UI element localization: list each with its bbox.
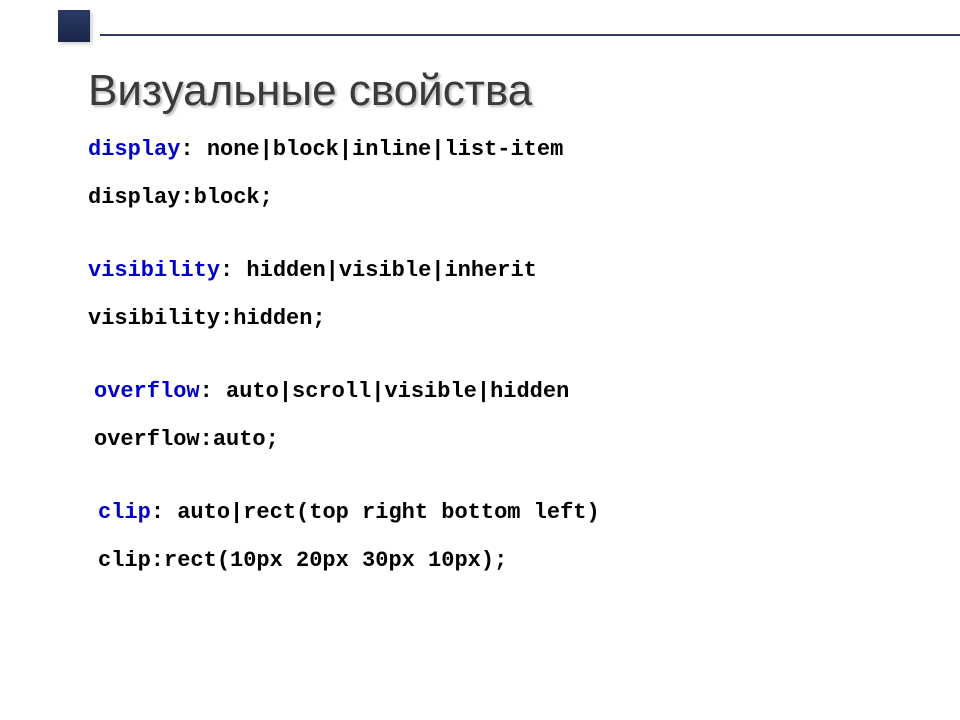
property-name: visibility <box>88 258 220 283</box>
property-values: : auto|scroll|visible|hidden <box>200 379 570 404</box>
property-name: display <box>88 137 180 162</box>
slide-header <box>0 0 960 48</box>
property-definition: display: none|block|inline|list-item <box>88 136 908 164</box>
property-block: display: none|block|inline|list-item dis… <box>88 136 908 211</box>
property-example: visibility:hidden; <box>88 305 908 333</box>
slide: Визуальные свойства display: none|block|… <box>0 0 960 720</box>
property-values: : none|block|inline|list-item <box>180 137 563 162</box>
property-definition: clip: auto|rect(top right bottom left) <box>98 499 908 527</box>
property-definition: overflow: auto|scroll|visible|hidden <box>94 378 908 406</box>
property-block: visibility: hidden|visible|inherit visib… <box>88 257 908 332</box>
property-values: : auto|rect(top right bottom left) <box>151 500 600 525</box>
accent-square <box>58 10 90 42</box>
property-example: clip:rect(10px 20px 30px 10px); <box>98 547 908 575</box>
property-name: clip <box>98 500 151 525</box>
property-name: overflow <box>94 379 200 404</box>
slide-title: Визуальные свойства <box>88 66 532 116</box>
property-definition: visibility: hidden|visible|inherit <box>88 257 908 285</box>
property-values: : hidden|visible|inherit <box>220 258 537 283</box>
property-block: clip: auto|rect(top right bottom left) c… <box>98 499 908 574</box>
property-block: overflow: auto|scroll|visible|hidden ove… <box>94 378 908 453</box>
property-example: overflow:auto; <box>94 426 908 454</box>
divider-line <box>100 34 960 36</box>
property-example: display:block; <box>88 184 908 212</box>
slide-content: display: none|block|inline|list-item dis… <box>88 136 908 620</box>
